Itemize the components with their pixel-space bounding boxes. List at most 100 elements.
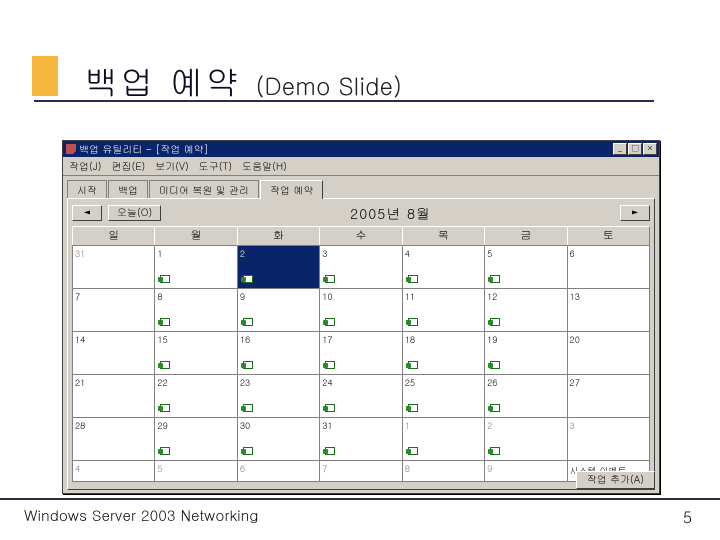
backup-job-icon[interactable] (322, 360, 334, 370)
backup-job-icon[interactable] (157, 274, 169, 284)
day-number: 4 (405, 247, 482, 260)
calendar-cell[interactable]: 4 (402, 245, 485, 289)
backup-job-icon[interactable] (157, 360, 169, 370)
day-number: 8 (405, 462, 482, 475)
maximize-button[interactable]: □ (628, 143, 642, 155)
minimize-button[interactable]: _ (613, 143, 627, 155)
calendar-cell[interactable]: 6 (237, 460, 320, 482)
day-number: 25 (405, 376, 482, 389)
prev-month-button[interactable]: ◄ (72, 205, 102, 221)
today-button[interactable]: 오늘(O) (108, 205, 161, 221)
backup-job-icon[interactable] (157, 317, 169, 327)
menu-item[interactable]: 도움말(H) (242, 159, 287, 173)
calendar-cell[interactable]: 24 (319, 374, 402, 418)
day-header: 일 (72, 226, 155, 246)
add-job-button[interactable]: 작업 추가(A) (576, 471, 655, 489)
menu-item[interactable]: 작업(J) (69, 159, 102, 173)
calendar-cell[interactable]: 13 (567, 288, 650, 332)
backup-job-icon[interactable] (240, 317, 252, 327)
backup-job-icon[interactable] (322, 317, 334, 327)
day-number: 6 (240, 462, 317, 475)
calendar-cell[interactable]: 30 (237, 417, 320, 461)
backup-job-icon[interactable] (405, 274, 417, 284)
calendar-cell[interactable]: 10 (319, 288, 402, 332)
calendar-cell[interactable]: 11 (402, 288, 485, 332)
close-button[interactable]: × (643, 143, 657, 155)
backup-job-icon[interactable] (322, 446, 334, 456)
calendar-cell[interactable]: 27 (567, 374, 650, 418)
calendar-cell[interactable]: 2 (237, 245, 320, 289)
backup-job-icon[interactable] (487, 360, 499, 370)
calendar-cell[interactable]: 9 (237, 288, 320, 332)
backup-job-icon[interactable] (405, 317, 417, 327)
calendar-cell[interactable]: 28 (72, 417, 155, 461)
tab-2[interactable]: 미디어 복원 및 관리 (149, 180, 259, 199)
menu-item[interactable]: 도구(T) (199, 159, 232, 173)
calendar-cell[interactable]: 3 (319, 245, 402, 289)
backup-job-icon[interactable] (240, 403, 252, 413)
day-number: 26 (487, 376, 564, 389)
calendar-cell[interactable]: 25 (402, 374, 485, 418)
calendar-cell[interactable]: 8 (402, 460, 485, 482)
backup-job-icon[interactable] (487, 274, 499, 284)
day-number: 4 (75, 462, 152, 475)
tab-0[interactable]: 시작 (67, 180, 107, 199)
day-number: 22 (157, 376, 234, 389)
titlebar[interactable]: 백업 유틸리티 - [작업 예약] _ □ × (63, 141, 659, 157)
calendar-cell[interactable]: 20 (567, 331, 650, 375)
day-number: 2 (487, 419, 564, 432)
backup-job-icon[interactable] (240, 360, 252, 370)
backup-job-icon[interactable] (487, 403, 499, 413)
calendar-cell[interactable]: 15 (154, 331, 237, 375)
calendar-cell[interactable]: 1 (154, 245, 237, 289)
calendar-cell[interactable]: 7 (319, 460, 402, 482)
calendar-cell[interactable]: 12 (484, 288, 567, 332)
day-number: 27 (570, 376, 647, 389)
calendar-cell[interactable]: 23 (237, 374, 320, 418)
calendar-cell[interactable]: 6 (567, 245, 650, 289)
calendar-cell[interactable]: 17 (319, 331, 402, 375)
calendar-cell[interactable]: 8 (154, 288, 237, 332)
day-number: 15 (157, 333, 234, 346)
calendar-cell[interactable]: 5 (484, 245, 567, 289)
tab-3[interactable]: 작업 예약 (260, 180, 323, 199)
day-header: 월 (154, 226, 237, 246)
backup-job-icon[interactable] (405, 360, 417, 370)
menu-item[interactable]: 편집(E) (112, 159, 146, 173)
backup-job-icon[interactable] (405, 446, 417, 456)
backup-job-icon[interactable] (157, 403, 169, 413)
calendar-grid: 3112345678910111213141516171819202122232… (72, 246, 650, 482)
calendar-cell[interactable]: 3 (567, 417, 650, 461)
calendar-cell[interactable]: 7 (72, 288, 155, 332)
day-number: 20 (570, 333, 647, 346)
backup-job-icon[interactable] (322, 274, 334, 284)
backup-job-icon[interactable] (240, 274, 252, 284)
calendar-cell[interactable]: 19 (484, 331, 567, 375)
tab-1[interactable]: 백업 (108, 180, 148, 199)
calendar-cell[interactable]: 31 (72, 245, 155, 289)
menu-item[interactable]: 보기(V) (155, 159, 189, 173)
calendar-cell[interactable]: 26 (484, 374, 567, 418)
day-number: 5 (487, 247, 564, 260)
calendar-cell[interactable]: 2 (484, 417, 567, 461)
calendar-cell[interactable]: 9 (484, 460, 567, 482)
calendar-cell[interactable]: 21 (72, 374, 155, 418)
calendar-cell[interactable]: 29 (154, 417, 237, 461)
calendar-cell[interactable]: 16 (237, 331, 320, 375)
calendar-cell[interactable]: 22 (154, 374, 237, 418)
calendar-cell[interactable]: 14 (72, 331, 155, 375)
calendar-cell[interactable]: 5 (154, 460, 237, 482)
backup-job-icon[interactable] (405, 403, 417, 413)
backup-job-icon[interactable] (487, 446, 499, 456)
backup-job-icon[interactable] (240, 446, 252, 456)
backup-job-icon[interactable] (322, 403, 334, 413)
next-month-button[interactable]: ► (620, 205, 650, 221)
calendar-cell[interactable]: 4 (72, 460, 155, 482)
day-number: 14 (75, 333, 152, 346)
calendar-cell[interactable]: 31 (319, 417, 402, 461)
calendar-cell[interactable]: 1 (402, 417, 485, 461)
day-number: 2 (240, 247, 317, 260)
calendar-cell[interactable]: 18 (402, 331, 485, 375)
backup-job-icon[interactable] (157, 446, 169, 456)
backup-job-icon[interactable] (487, 317, 499, 327)
